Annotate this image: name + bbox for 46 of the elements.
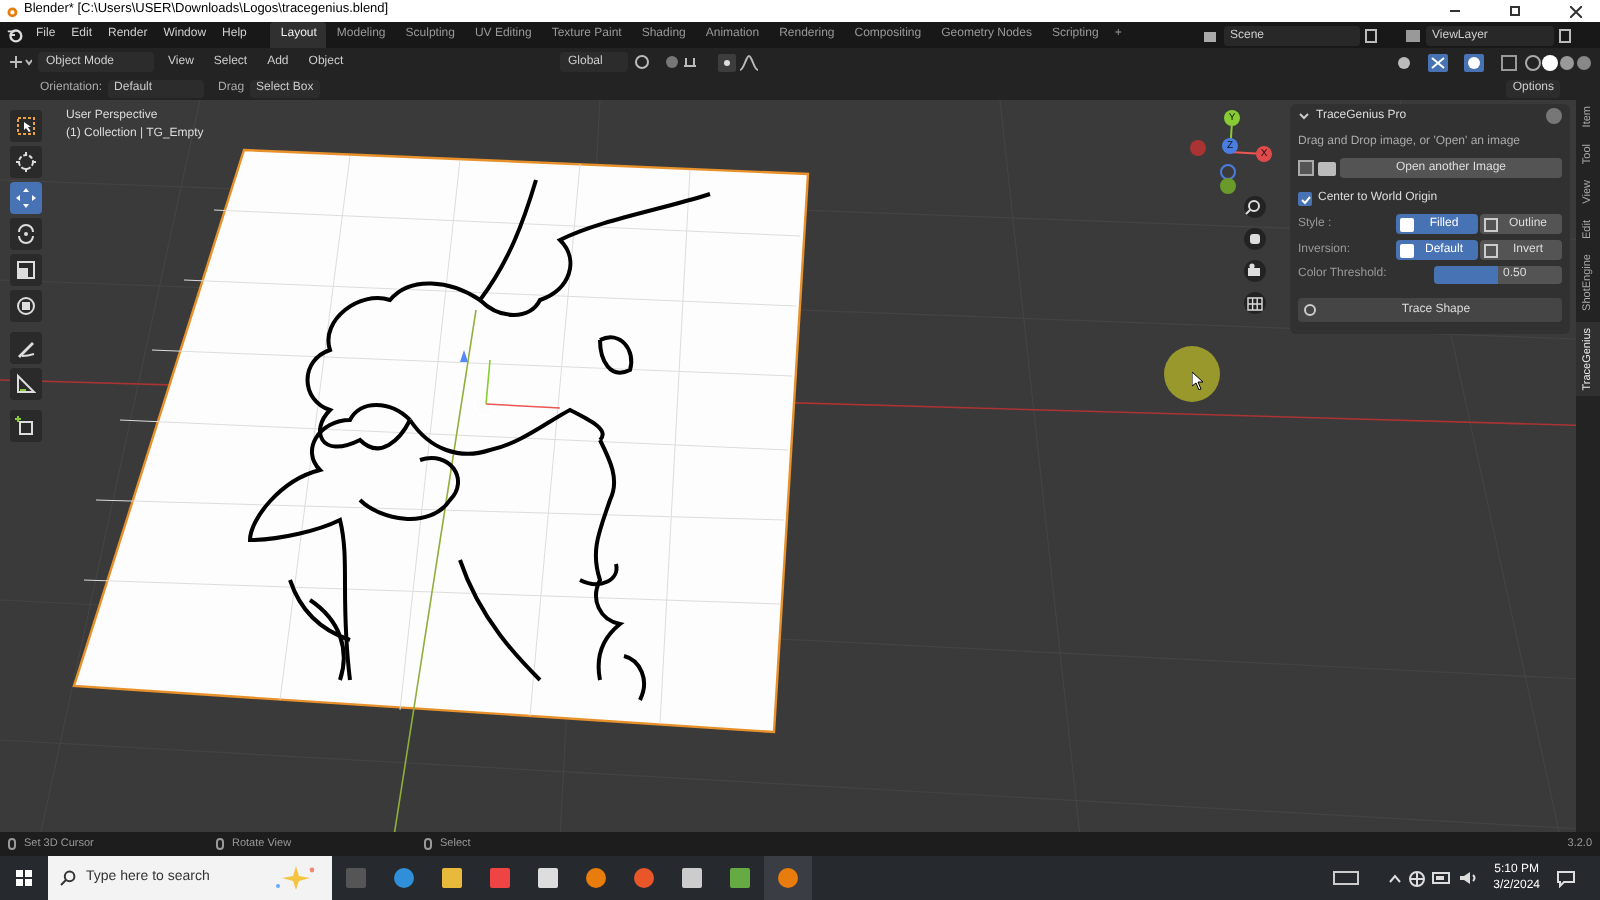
gizmo-toggle-icon[interactable] — [1428, 53, 1448, 71]
proportional-edit-icon[interactable] — [718, 53, 762, 71]
click-highlight — [1164, 346, 1220, 402]
sparkle-icon — [272, 864, 320, 892]
mouse-icon — [8, 838, 16, 850]
panel-settings-icon[interactable] — [1546, 108, 1562, 124]
crosshair-icon — [14, 150, 38, 174]
xray-icon[interactable] — [1500, 53, 1518, 71]
add-cube-icon — [14, 414, 38, 438]
mouse-icon — [424, 838, 432, 850]
tool-button[interactable] — [10, 368, 42, 400]
rotate-icon — [14, 222, 38, 246]
ruler-icon — [14, 372, 38, 396]
notifications-icon[interactable] — [1556, 869, 1576, 887]
close-icon[interactable] — [1570, 5, 1582, 17]
tool-button[interactable] — [10, 254, 42, 286]
editor-type-icon[interactable] — [8, 54, 32, 70]
mouse-pointer-icon — [1192, 372, 1204, 390]
speaker-icon[interactable] — [1457, 870, 1478, 886]
chevron-up-icon[interactable] — [1387, 873, 1402, 883]
globe-icon[interactable] — [1407, 869, 1426, 887]
tool-button[interactable] — [10, 332, 42, 364]
battery-icon[interactable] — [1431, 872, 1452, 884]
tool-button[interactable] — [10, 410, 42, 442]
zoom-icon[interactable] — [1244, 196, 1266, 218]
grid-icon[interactable] — [1244, 292, 1266, 314]
pencil-icon — [14, 336, 38, 360]
shading-modes-icon[interactable] — [1524, 53, 1592, 71]
tool-button[interactable] — [10, 110, 42, 142]
copy-icon[interactable] — [1558, 27, 1574, 43]
select-box-icon — [14, 114, 38, 138]
overlay-toggle-icon[interactable] — [1464, 53, 1484, 71]
checkbox[interactable] — [1298, 192, 1312, 206]
maximize-icon[interactable] — [1510, 6, 1520, 16]
transform-icon — [14, 294, 38, 318]
camera-icon[interactable] — [1244, 260, 1266, 282]
move-arrows-icon — [14, 186, 38, 210]
search-icon — [60, 870, 76, 886]
tool-button[interactable] — [10, 146, 42, 178]
copy-icon[interactable] — [1364, 27, 1380, 43]
mouse-icon — [216, 838, 224, 850]
trace-icon — [1304, 304, 1316, 316]
scale-icon — [14, 258, 38, 282]
tool-button[interactable] — [10, 290, 42, 322]
tool-button[interactable] — [10, 218, 42, 250]
collapse-caret-icon[interactable] — [1298, 112, 1310, 120]
